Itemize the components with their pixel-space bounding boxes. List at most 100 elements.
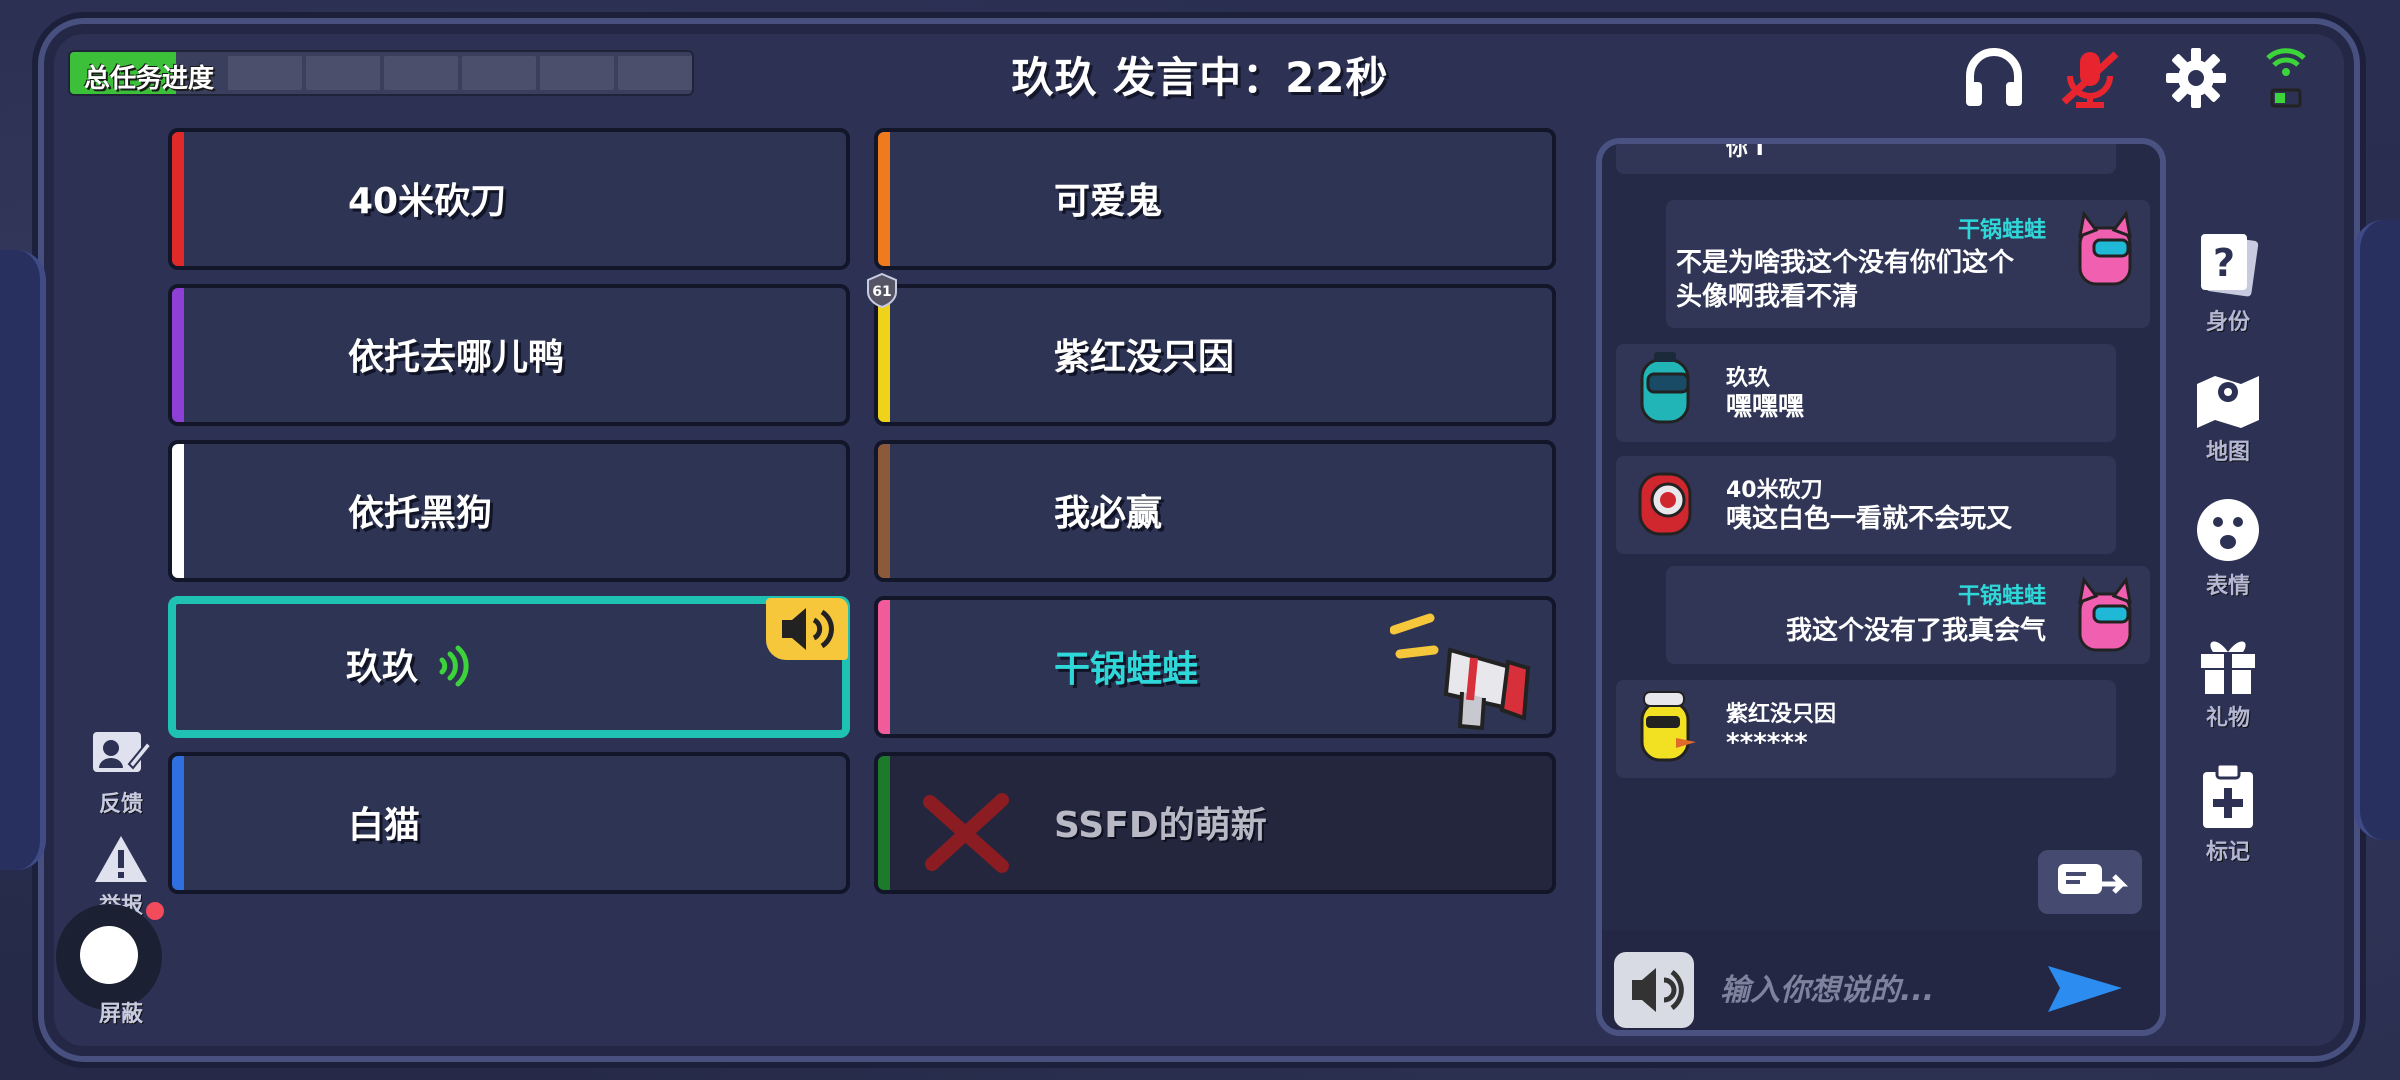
headphones-icon[interactable] <box>1962 46 2026 110</box>
emote-button[interactable]: 表情 <box>2190 496 2266 600</box>
chat-message: 干锅蛙蛙 不是为啥我这个没有你们这个 头像啊我看不清 <box>1666 200 2150 328</box>
chat-message-partial: 你 I <box>1616 138 2116 174</box>
mute-toggle-knob[interactable] <box>80 926 138 984</box>
chat-message: 紫红没只因 ****** <box>1616 680 2116 778</box>
voice-input-button[interactable] <box>1614 952 1694 1028</box>
player-card[interactable]: 40米砍刀 <box>168 128 850 270</box>
player-name: 依托去哪儿鸭 <box>348 337 565 378</box>
chat-text-input[interactable] <box>1718 966 2022 1014</box>
map-button[interactable]: 地图 <box>2190 366 2266 466</box>
player-color-strip <box>878 756 890 890</box>
emote-label: 表情 <box>2205 574 2250 599</box>
svg-text:?: ? <box>2213 241 2235 285</box>
player-card[interactable]: 依托黑狗 <box>168 440 850 582</box>
right-frame-notch <box>2354 220 2400 840</box>
quick-chat-icon <box>2058 864 2129 894</box>
player-card-eliminated[interactable]: SSFD的萌新 <box>874 752 1556 894</box>
chat-input-bar <box>1602 930 2160 1030</box>
player-name: 白猫 <box>348 805 421 846</box>
player-name: 玖玖 <box>346 647 419 688</box>
chat-sender-name: 干锅蛙蛙 <box>1957 218 2046 243</box>
player-name: 40米砍刀 <box>348 181 507 222</box>
chat-sender-name: 干锅蛙蛙 <box>1957 584 2046 609</box>
player-color-strip <box>878 600 890 734</box>
level-badge-text: 61 <box>872 284 891 300</box>
mark-button[interactable]: 标记 <box>2190 762 2266 866</box>
speaker-volume-icon <box>782 608 834 650</box>
level-badge-icon: 61 <box>867 272 897 308</box>
player-name: 可爱鬼 <box>1054 181 1163 222</box>
player-color-strip <box>172 756 184 890</box>
red-astronaut-avatar-icon <box>1638 472 1692 536</box>
mark-clipboard-icon <box>2203 762 2253 828</box>
megaphone-icon <box>1390 613 1531 731</box>
identity-card-icon: ? <box>2201 234 2259 297</box>
chat-message: 40米砍刀 咦这白色一看就不会玩又 <box>1616 456 2116 554</box>
chat-message-text: 我这个没有了我真会气 <box>1785 616 2046 646</box>
mark-label: 标记 <box>2205 840 2250 865</box>
speaking-status-title: 玖玖 发言中：22秒 <box>1011 53 1389 102</box>
emote-face-icon <box>2197 499 2259 561</box>
left-frame-notch <box>0 250 46 870</box>
chat-panel[interactable]: 你 I 干锅蛙蛙 不是为啥我这个没有你们这个 头像啊我看不清 玖玖 嘿嘿嘿 40米… <box>1596 138 2166 1036</box>
player-name: 紫红没只因 <box>1054 337 1235 378</box>
player-name: 我必赢 <box>1054 493 1163 534</box>
player-card[interactable]: 干锅蛙蛙 <box>874 596 1556 738</box>
yellow-duck-avatar-icon <box>1640 691 1696 762</box>
player-card[interactable]: 紫红没只因 <box>874 284 1556 426</box>
chat-message: 玖玖 嘿嘿嘿 <box>1616 344 2116 442</box>
settings-gear-icon[interactable] <box>2164 46 2228 110</box>
player-color-strip <box>878 132 890 266</box>
chat-message-text: 咦这白色一看就不会玩又 <box>1726 504 2013 534</box>
identity-button[interactable]: ? 身份 <box>2190 230 2266 336</box>
feedback-label: 反馈 <box>98 792 143 817</box>
mute-label: 屏蔽 <box>98 1002 143 1027</box>
player-card[interactable]: 我必赢 <box>874 440 1556 582</box>
gift-icon <box>2201 641 2255 694</box>
player-color-strip <box>172 444 184 578</box>
player-name: 依托黑狗 <box>348 493 493 534</box>
chat-message-line: 头像啊我看不清 <box>1676 282 1859 312</box>
chat-message-line: 不是为啥我这个没有你们这个 <box>1676 248 2015 278</box>
quick-chat-button[interactable] <box>2038 850 2142 914</box>
eliminated-x-icon <box>923 793 1009 873</box>
player-name: SSFD的萌新 <box>1054 805 1267 846</box>
feedback-icon <box>93 732 153 772</box>
chat-message-text: ****** <box>1726 728 1808 758</box>
send-icon[interactable] <box>2044 960 2126 1018</box>
mute-toggle[interactable] <box>56 904 162 1010</box>
map-icon <box>2197 376 2259 428</box>
player-card[interactable]: 依托去哪儿鸭 <box>168 284 850 426</box>
player-card-speaking[interactable]: 玖玖 <box>168 596 850 738</box>
speaking-waves-icon <box>439 645 469 687</box>
microphone-muted-icon[interactable] <box>2058 46 2122 110</box>
pink-cat-avatar-icon <box>2078 210 2132 286</box>
gift-button[interactable]: 礼物 <box>2190 630 2266 732</box>
speaker-tab <box>766 598 848 660</box>
teal-robot-avatar-icon <box>1640 352 1690 424</box>
chat-sender-name: 40米砍刀 <box>1726 478 1823 503</box>
feedback-button[interactable]: 反馈 <box>88 728 154 818</box>
chat-message-text: 不是为啥我这个没有你们这个 头像啊我看不清 <box>1676 246 2046 314</box>
player-card[interactable]: 可爱鬼 <box>874 128 1556 270</box>
player-color-strip <box>172 132 184 266</box>
chat-sender-name: 玖玖 <box>1726 366 1771 391</box>
mute-label-wrap: 屏蔽 <box>88 996 154 1028</box>
wifi-signal-icon <box>2266 48 2306 108</box>
chat-message-text: 嘿嘿嘿 <box>1726 392 1805 422</box>
player-color-strip <box>172 288 184 422</box>
player-name: 干锅蛙蛙 <box>1054 649 1199 690</box>
chat-message-text: 你 I <box>1726 138 1764 161</box>
identity-label: 身份 <box>2205 310 2250 335</box>
pink-cat-avatar-icon <box>2078 576 2132 652</box>
chat-message: 干锅蛙蛙 我这个没有了我真会气 <box>1666 566 2150 664</box>
gift-label: 礼物 <box>2205 706 2250 731</box>
chat-sender-name: 紫红没只因 <box>1726 702 1837 727</box>
warning-icon <box>95 836 147 882</box>
player-color-strip <box>878 288 890 422</box>
map-label: 地图 <box>2205 440 2250 465</box>
notification-dot <box>146 902 164 920</box>
player-card[interactable]: 白猫 <box>168 752 850 894</box>
speaker-icon <box>1632 968 1684 1012</box>
player-color-strip <box>878 444 890 578</box>
